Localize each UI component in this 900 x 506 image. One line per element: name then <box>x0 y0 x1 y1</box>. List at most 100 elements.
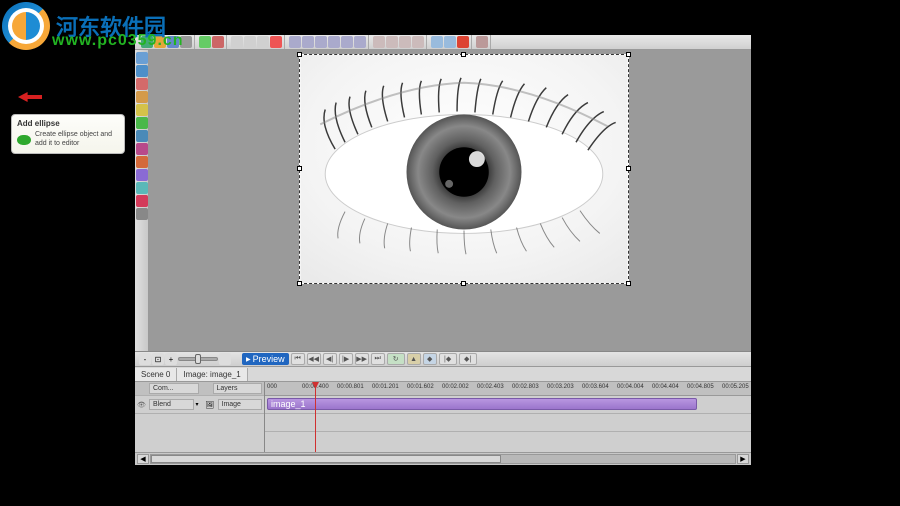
visibility-toggle-icon[interactable]: 👁 <box>137 401 147 409</box>
left-toolbar <box>135 50 149 351</box>
preview-button[interactable]: Preview <box>242 353 289 365</box>
resize-handle-bm[interactable] <box>461 281 466 286</box>
transport-bar: - ⊡ + Preview ⏮ ◀◀ ◀| |▶ ▶▶ ⏭ ↻ ▲ ◆ |◆ ◆… <box>135 352 751 367</box>
video-tool-icon[interactable] <box>136 91 148 103</box>
preview-label: Preview <box>253 354 285 364</box>
ruler-tick: 00:02.403 <box>477 384 504 390</box>
scene-tab-image[interactable]: Image: image_1 <box>177 368 247 381</box>
resize-handle-tr[interactable] <box>626 52 631 57</box>
track-row-empty[interactable] <box>265 414 751 432</box>
scene-tabs: Scene 0 Image: image_1 <box>135 367 751 382</box>
ruler-tick: 00:00.801 <box>337 384 364 390</box>
resize-handle-tm[interactable] <box>461 52 466 57</box>
step-back-icon[interactable]: ◀◀ <box>307 353 321 365</box>
next-key-icon[interactable]: ◆| <box>459 353 477 365</box>
blend-mode[interactable]: Blend <box>149 399 194 410</box>
undo-icon[interactable] <box>199 36 211 48</box>
step-fwd-icon[interactable]: ▶▶ <box>355 353 369 365</box>
align-top-icon[interactable] <box>328 36 340 48</box>
ruler-tick: 00:02.803 <box>512 384 539 390</box>
playhead[interactable] <box>315 382 316 452</box>
col-compose: Com... <box>149 383 199 394</box>
eye-image <box>300 55 628 283</box>
canvas[interactable] <box>149 50 751 351</box>
horizontal-scrollbar[interactable]: ◀ ▶ <box>135 452 751 465</box>
pointer-tool-icon[interactable] <box>136 52 148 64</box>
resize-handle-bl[interactable] <box>297 281 302 286</box>
zoom-slider[interactable] <box>178 357 218 361</box>
zoom-fit-icon[interactable]: ⊡ <box>152 353 164 365</box>
add-line-tool-icon[interactable] <box>136 130 148 142</box>
goto-end-icon[interactable]: ⏭ <box>371 353 385 365</box>
audio-tool-icon[interactable] <box>136 195 148 207</box>
add-rectangle-tool-icon[interactable] <box>136 104 148 116</box>
redo-icon[interactable] <box>212 36 224 48</box>
clip-image-1[interactable]: image_1 <box>267 398 697 410</box>
track-row[interactable]: image_1 <box>265 396 751 414</box>
bottom-panel: - ⊡ + Preview ⏮ ◀◀ ◀| |▶ ▶▶ ⏭ ↻ ▲ ◆ |◆ ◆… <box>135 351 751 465</box>
align-bottom-icon[interactable] <box>354 36 366 48</box>
watermark-url: www.pc0359.cn <box>52 32 184 50</box>
resize-handle-br[interactable] <box>626 281 631 286</box>
marker-icon[interactable]: ▲ <box>407 353 421 365</box>
align-left-icon[interactable] <box>289 36 301 48</box>
align-right-icon[interactable] <box>315 36 327 48</box>
scroll-left-icon[interactable]: ◀ <box>137 454 149 464</box>
loop-icon[interactable]: ↻ <box>387 353 405 365</box>
group-icon[interactable] <box>373 36 385 48</box>
ruler-tick: 00:01.602 <box>407 384 434 390</box>
resize-handle-ml[interactable] <box>297 166 302 171</box>
animation-tool-icon[interactable] <box>136 169 148 181</box>
align-center-icon[interactable] <box>302 36 314 48</box>
col-layers: Layers <box>213 383 263 394</box>
paste-icon[interactable] <box>257 36 269 48</box>
timeline-layer-panel: Com... Layers 👁 Blend ▾ 🖼 Image <box>135 382 265 452</box>
delete-icon[interactable] <box>270 36 282 48</box>
logo-icon <box>2 2 50 50</box>
resize-handle-tl[interactable] <box>297 52 302 57</box>
scrollbar-thumb[interactable] <box>151 455 501 463</box>
resize-handle-mr[interactable] <box>626 166 631 171</box>
align-middle-icon[interactable] <box>341 36 353 48</box>
layer-row[interactable]: 👁 Blend ▾ 🖼 Image <box>135 396 264 414</box>
frame-fwd-icon[interactable]: |▶ <box>339 353 353 365</box>
dropdown-icon[interactable]: ▾ <box>196 401 204 408</box>
goto-start-icon[interactable]: ⏮ <box>291 353 305 365</box>
ruler-tick: 000 <box>267 384 277 390</box>
scroll-right-icon[interactable]: ▶ <box>737 454 749 464</box>
chart-tool-icon[interactable] <box>136 156 148 168</box>
scene-tab-0[interactable]: Scene 0 <box>135 368 177 381</box>
ruler-tick: 00:04.805 <box>687 384 714 390</box>
selected-image-object[interactable] <box>299 54 629 284</box>
counter-tool-icon[interactable] <box>136 182 148 194</box>
add-ellipse-tool-icon[interactable] <box>136 117 148 129</box>
ruler-tick: 00:03.604 <box>582 384 609 390</box>
button-tool-icon[interactable] <box>136 208 148 220</box>
timeline: Com... Layers 👁 Blend ▾ 🖼 Image 00000:00… <box>135 382 751 452</box>
frame-back-icon[interactable]: ◀| <box>323 353 337 365</box>
send-back-icon[interactable] <box>412 36 424 48</box>
ruler-tick: 00:05.205 <box>722 384 749 390</box>
cut-icon[interactable] <box>231 36 243 48</box>
zoom-out-icon[interactable]: - <box>139 353 151 365</box>
scrollbar-track[interactable] <box>150 454 736 464</box>
zoom-preset-icon[interactable] <box>219 353 231 365</box>
image-tool-icon[interactable] <box>136 78 148 90</box>
timeline-tracks[interactable]: 00000:00.40000:00.80100:01.20100:01.6020… <box>265 382 751 452</box>
bring-front-icon[interactable] <box>399 36 411 48</box>
layer-type: Image <box>218 399 263 410</box>
copy-icon[interactable] <box>244 36 256 48</box>
zoom-in-icon[interactable]: + <box>165 353 177 365</box>
guides-icon[interactable] <box>457 36 469 48</box>
grid-icon[interactable] <box>444 36 456 48</box>
settings-icon[interactable] <box>476 36 488 48</box>
ellipse-icon <box>17 135 31 145</box>
ungroup-icon[interactable] <box>386 36 398 48</box>
snap-icon[interactable] <box>431 36 443 48</box>
zoom-slider-thumb[interactable] <box>195 354 201 364</box>
freeform-tool-icon[interactable] <box>136 143 148 155</box>
keyframe-icon[interactable]: ◆ <box>423 353 437 365</box>
time-ruler[interactable]: 00000:00.40000:00.80100:01.20100:01.6020… <box>265 382 751 396</box>
text-tool-icon[interactable] <box>136 65 148 77</box>
prev-key-icon[interactable]: |◆ <box>439 353 457 365</box>
